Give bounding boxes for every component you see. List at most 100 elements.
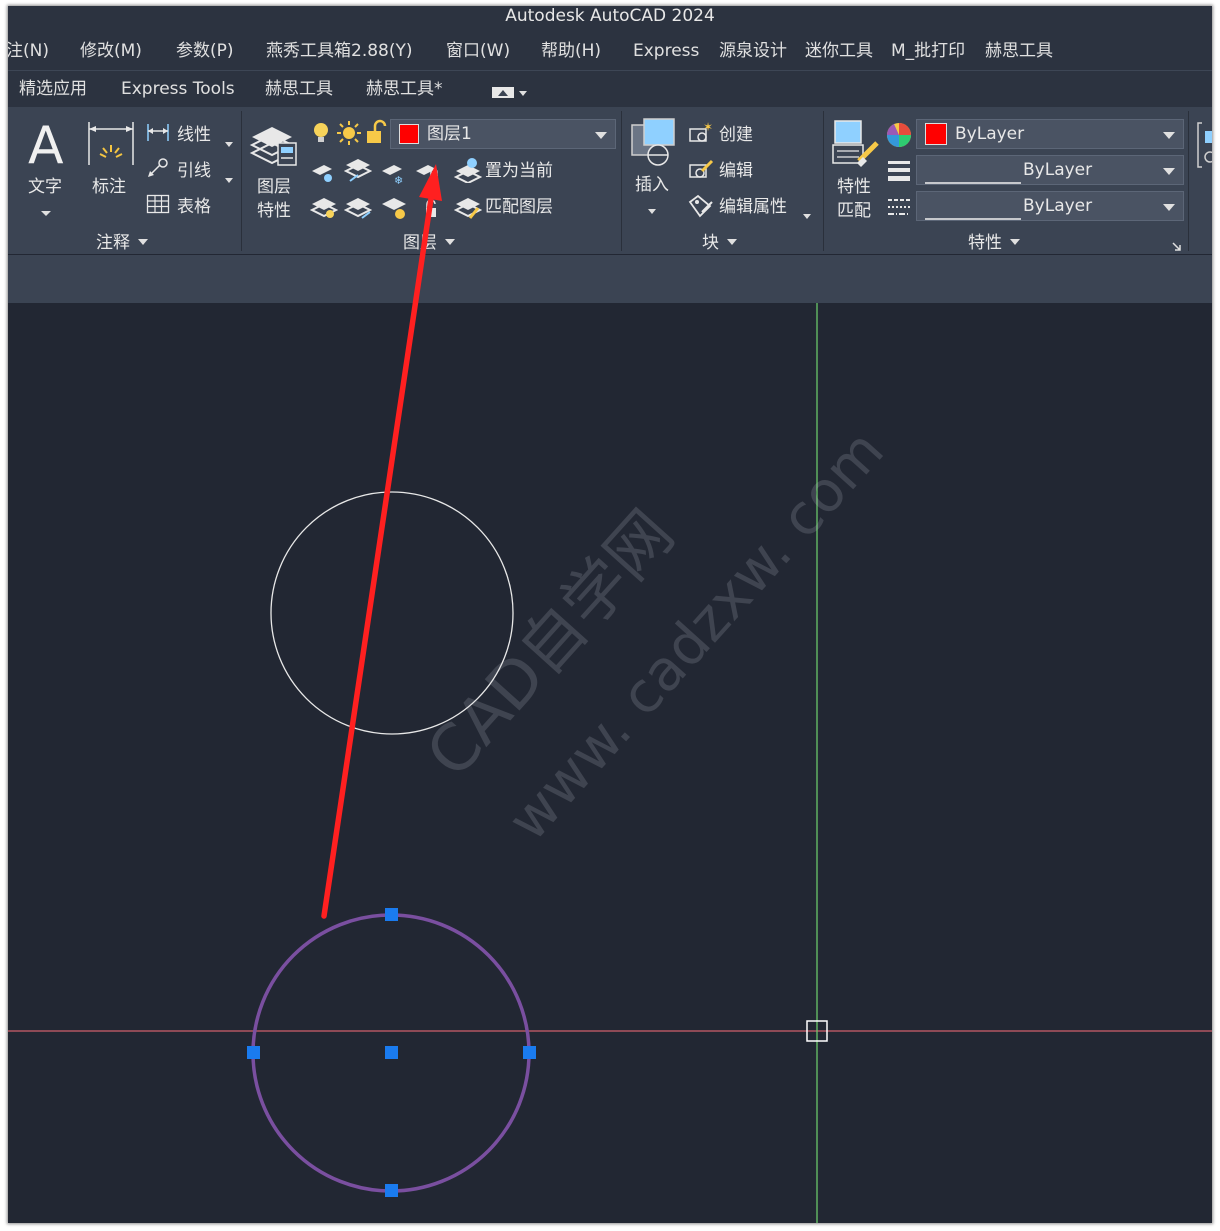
dimension-icon[interactable] xyxy=(86,119,136,171)
chevron-down-icon xyxy=(1163,204,1175,211)
edit-block-icon[interactable] xyxy=(688,157,714,185)
panel-divider xyxy=(241,111,242,251)
lineweight-dropdown[interactable]: ByLayer xyxy=(916,155,1184,185)
menu-item-7[interactable]: 源泉设计 xyxy=(719,40,787,62)
file-tabs-strip xyxy=(8,255,1212,303)
menu-item-3[interactable]: 燕秀工具箱2.88(Y) xyxy=(266,40,413,62)
panel-divider xyxy=(621,111,622,251)
tab-overflow-icon[interactable] xyxy=(492,85,528,104)
match-properties-icon[interactable] xyxy=(831,117,883,175)
layer-unlock-all-icon[interactable] xyxy=(418,194,444,224)
ribbon: A 文字 标注 线性 引线 表格 图层 特性 图层1 ❄ 置为当前 匹配图层 插… xyxy=(8,107,1212,254)
grips[interactable] xyxy=(247,908,536,1197)
text-dropdown-icon[interactable] xyxy=(41,202,51,221)
window-title: Autodesk AutoCAD 2024 xyxy=(505,6,715,26)
edit-button[interactable]: 编辑 xyxy=(719,160,753,182)
layer-unlock-icon[interactable] xyxy=(365,119,387,149)
grip-top[interactable] xyxy=(385,908,398,921)
match-layer-icon[interactable] xyxy=(453,194,483,224)
menu-item-2[interactable]: 参数(P) xyxy=(176,40,234,62)
match-properties-label-1[interactable]: 特性 xyxy=(837,176,871,198)
linear-dim-icon[interactable] xyxy=(146,121,170,147)
color-value: ByLayer xyxy=(955,124,1025,144)
grip-right[interactable] xyxy=(523,1046,536,1059)
linear-dim-button[interactable]: 线性 xyxy=(177,124,211,146)
grip-bottom[interactable] xyxy=(385,1184,398,1197)
current-layer-name: 图层1 xyxy=(427,124,472,144)
match-properties-label-2[interactable]: 匹配 xyxy=(837,200,871,222)
layer-isolate-icon[interactable] xyxy=(343,157,373,187)
layer-unisolate-icon[interactable] xyxy=(343,194,373,224)
svg-text:A: A xyxy=(28,119,64,169)
panel-launcher-icon[interactable] xyxy=(1172,237,1182,256)
menu-item-6[interactable]: Express xyxy=(633,40,699,62)
leader-dropdown-icon[interactable] xyxy=(225,168,233,187)
annotation-panel-title[interactable]: 注释 xyxy=(96,232,148,254)
text-icon[interactable]: A xyxy=(26,116,70,176)
menu-item-1[interactable]: 修改(M) xyxy=(80,40,142,62)
create-button[interactable]: 创建 xyxy=(719,124,753,146)
layer-properties-label-2[interactable]: 特性 xyxy=(257,200,291,222)
properties-panel-title[interactable]: 特性 xyxy=(968,232,1020,254)
color-wheel-icon[interactable] xyxy=(886,122,912,152)
block-panel-title[interactable]: 块 xyxy=(702,232,737,254)
dimension-button[interactable]: 标注 xyxy=(92,176,126,198)
linetype-value: ByLayer xyxy=(1023,196,1093,216)
tab-express-tools[interactable]: Express Tools xyxy=(121,78,235,100)
tab-hesi-tools[interactable]: 赫思工具 xyxy=(265,78,333,100)
menu-item-9[interactable]: M_批打印 xyxy=(891,40,965,62)
layer-dropdown[interactable]: 图层1 xyxy=(390,119,616,149)
linear-dropdown-icon[interactable] xyxy=(225,132,233,151)
layer-lock-icon[interactable] xyxy=(414,159,442,189)
create-block-icon[interactable]: ✶ xyxy=(688,120,714,149)
text-button[interactable]: 文字 xyxy=(28,176,62,198)
set-current-button[interactable]: 置为当前 xyxy=(485,160,553,182)
lineweight-value: ByLayer xyxy=(1023,160,1093,180)
watermark: CAD自学网 www. cadzxw. com xyxy=(413,418,897,853)
match-layer-button[interactable]: 匹配图层 xyxy=(485,196,553,218)
linetype-dropdown[interactable]: ByLayer xyxy=(916,191,1184,221)
layer-bulb-icon[interactable] xyxy=(312,121,330,149)
menu-item-5[interactable]: 帮助(H) xyxy=(541,40,601,62)
menu-item-4[interactable]: 窗口(W) xyxy=(446,40,510,62)
svg-text:❄: ❄ xyxy=(394,174,403,185)
grip-center[interactable] xyxy=(385,1046,398,1059)
linetype-icon xyxy=(886,195,912,223)
layer-freeze-icon[interactable]: ❄ xyxy=(380,159,408,189)
solid-line-preview xyxy=(925,205,1021,224)
table-button[interactable]: 表格 xyxy=(177,196,211,218)
edit-attributes-dropdown-icon[interactable] xyxy=(803,204,811,223)
chevron-down-icon xyxy=(1163,168,1175,175)
layer-off-icon[interactable] xyxy=(310,159,338,189)
insert-block-icon[interactable] xyxy=(628,117,680,173)
drawing-canvas[interactable]: CAD自学网 www. cadzxw. com xyxy=(8,303,1212,1223)
edit-attributes-button[interactable]: 编辑属性 xyxy=(719,196,787,218)
leader-button[interactable]: 引线 xyxy=(177,160,211,182)
layer-properties-label-1[interactable]: 图层 xyxy=(257,176,291,198)
insert-dropdown-icon[interactable] xyxy=(648,199,656,218)
insert-button[interactable]: 插入 xyxy=(635,174,669,196)
layers-panel-title[interactable]: 图层 xyxy=(403,232,455,254)
leader-icon[interactable] xyxy=(146,157,170,183)
autocad-window: Autodesk AutoCAD 2024 注(N) 修改(M) 参数(P) 燕秀工具… xyxy=(8,6,1212,1223)
layer-thaw-icon[interactable] xyxy=(380,194,408,224)
set-current-layer-icon[interactable] xyxy=(453,157,483,187)
clipped-panel-icon xyxy=(1196,121,1212,175)
edit-attributes-icon[interactable] xyxy=(688,194,714,222)
layer-on-icon[interactable] xyxy=(309,194,339,224)
table-icon[interactable] xyxy=(146,194,170,218)
layer-properties-icon[interactable] xyxy=(248,119,300,175)
layer-sun-icon[interactable] xyxy=(337,121,361,149)
color-dropdown[interactable]: ByLayer xyxy=(916,119,1184,149)
title-bar: Autodesk AutoCAD 2024 xyxy=(8,6,1212,30)
menu-item-0[interactable]: 注(N) xyxy=(8,40,49,62)
panel-divider xyxy=(823,111,824,251)
tab-featured-apps[interactable]: 精选应用 xyxy=(19,78,87,100)
menu-item-8[interactable]: 迷你工具 xyxy=(805,40,873,62)
solid-line-preview xyxy=(925,169,1021,188)
tab-hesi-tools-modified[interactable]: 赫思工具* xyxy=(366,78,443,100)
layer-color-swatch xyxy=(399,124,419,144)
chevron-down-icon xyxy=(595,132,607,139)
grip-left[interactable] xyxy=(247,1046,260,1059)
menu-item-10[interactable]: 赫思工具 xyxy=(985,40,1053,62)
